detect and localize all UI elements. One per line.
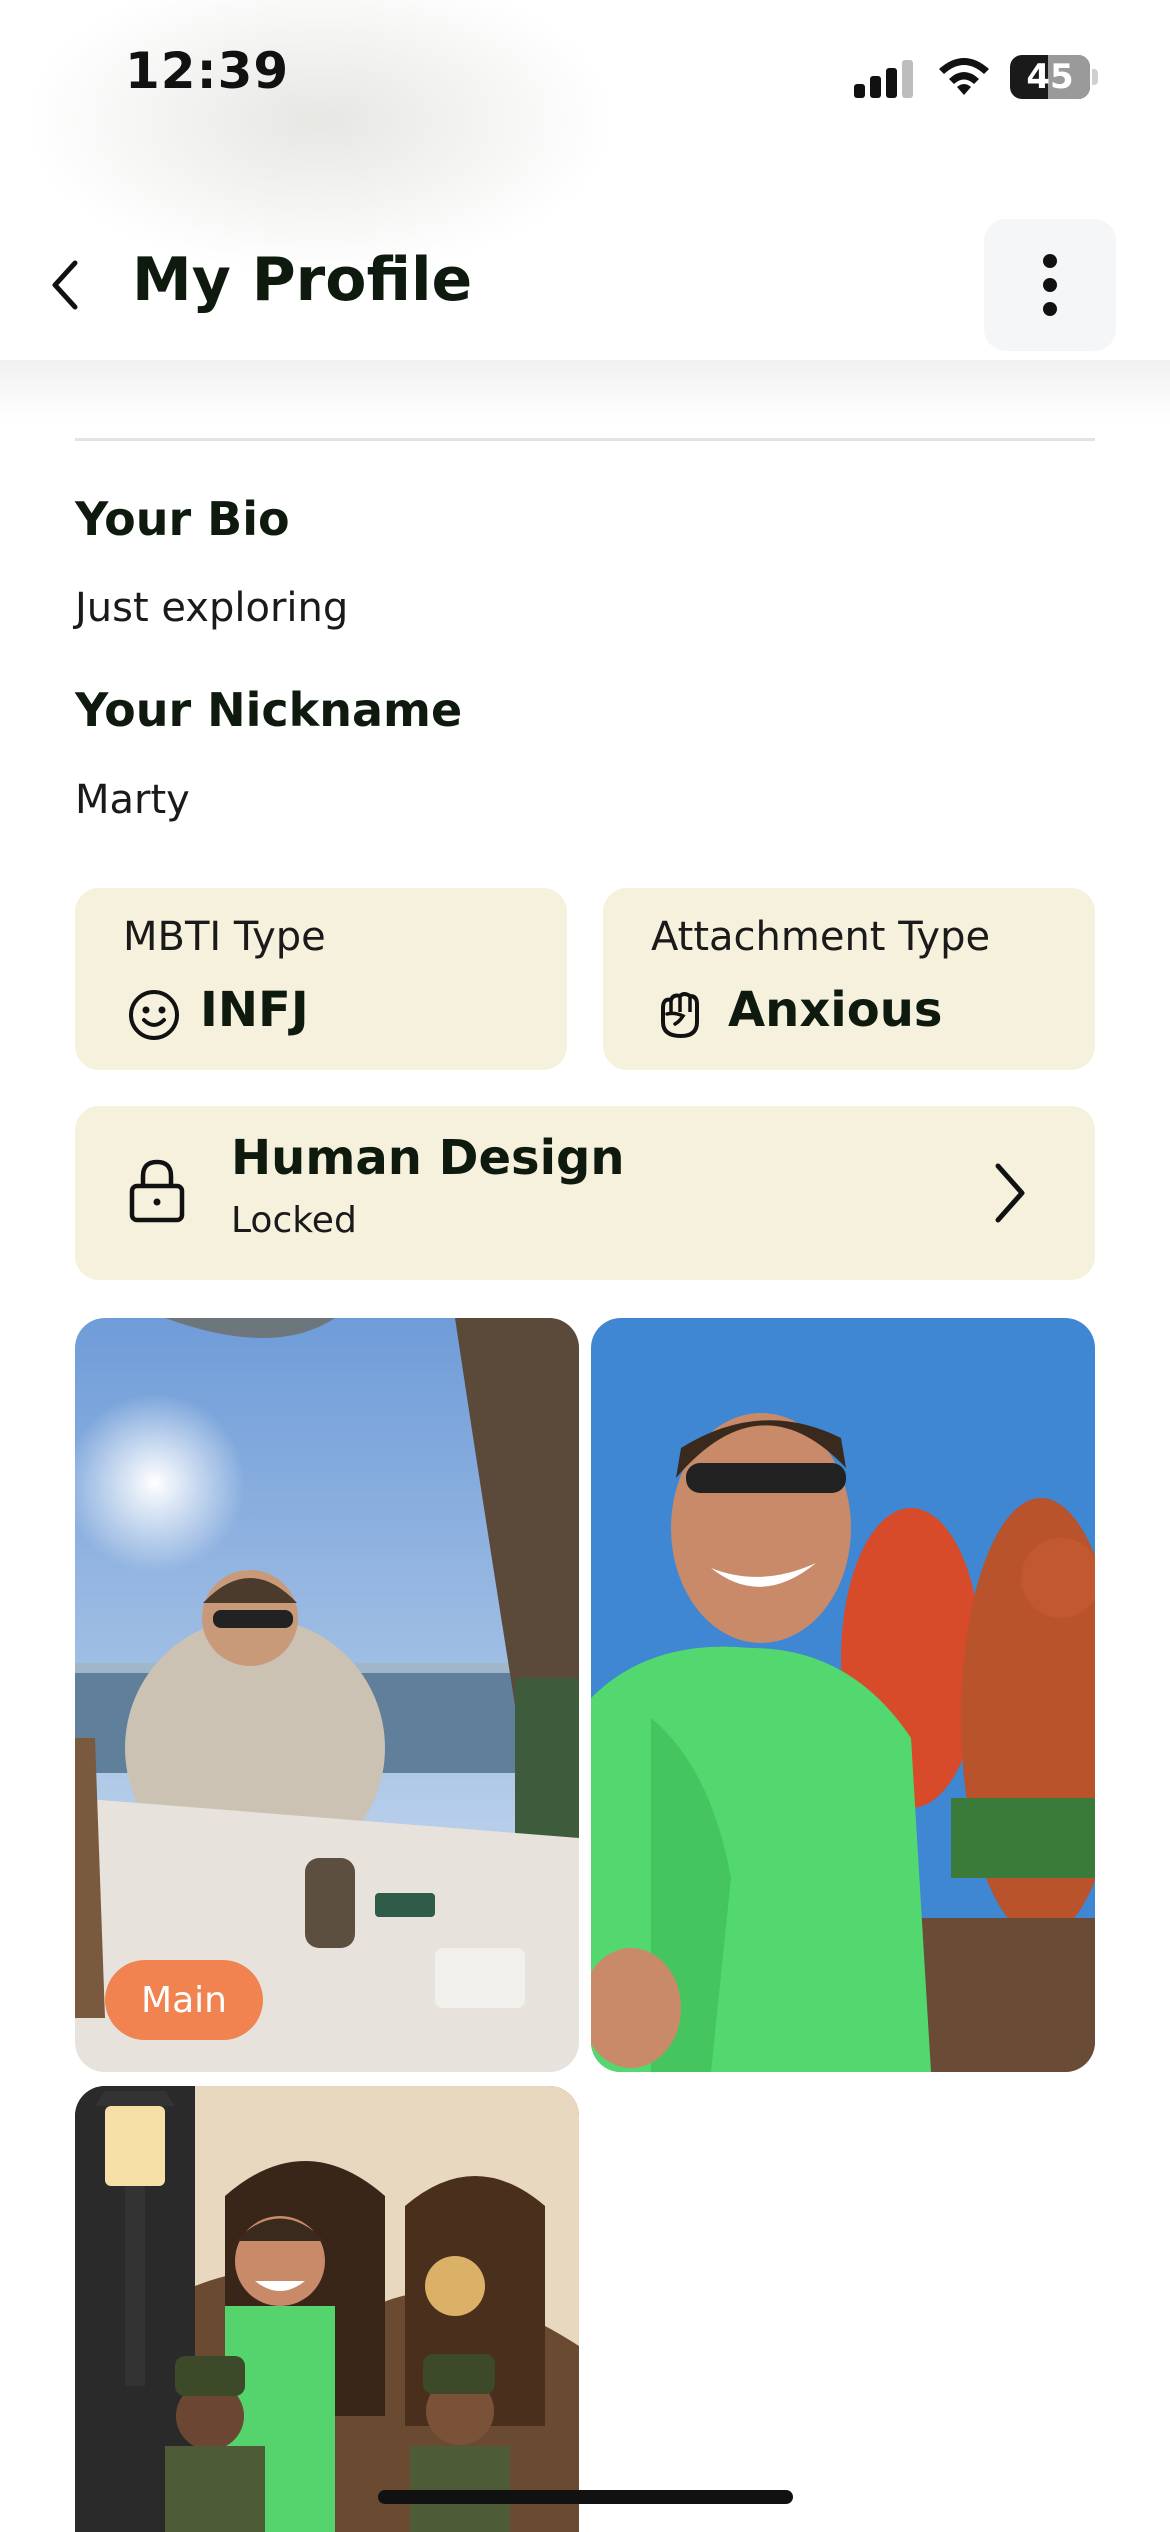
profile-photo-main[interactable] — [75, 1318, 579, 2072]
bio-value: Just exploring — [75, 585, 349, 631]
smiley-face-icon — [129, 990, 179, 1040]
photo-image — [75, 2086, 579, 2532]
mbti-card[interactable]: MBTI Type INFJ — [75, 888, 567, 1070]
mbti-value: INFJ — [200, 982, 309, 1038]
status-time: 12:39 — [125, 42, 290, 100]
nickname-value: Marty — [75, 777, 190, 823]
bio-label: Your Bio — [75, 492, 290, 546]
back-button[interactable] — [35, 245, 95, 325]
human-design-title: Human Design — [231, 1130, 625, 1186]
more-options-button[interactable] — [984, 219, 1116, 351]
more-dot — [1043, 278, 1057, 292]
human-design-status: Locked — [231, 1200, 357, 1241]
battery-level: 45 — [1026, 57, 1074, 97]
main-photo-badge: Main — [105, 1960, 263, 2040]
photo-image — [75, 1318, 579, 2072]
chevron-right-icon — [995, 1163, 1025, 1223]
attachment-card[interactable]: Attachment Type Anxious — [603, 888, 1095, 1070]
cellular-signal-icon — [854, 58, 914, 98]
chevron-left-icon — [52, 260, 78, 310]
battery-nub — [1092, 69, 1098, 85]
wifi-icon — [939, 58, 989, 95]
nickname-label: Your Nickname — [75, 683, 463, 737]
divider — [75, 438, 1095, 441]
fist-icon — [661, 992, 699, 1038]
profile-screen: 12:39 45 My Profile Your Bio Just explor… — [0, 0, 1170, 2532]
profile-photo-2[interactable] — [591, 1318, 1095, 2072]
photo-image — [591, 1318, 1095, 2072]
more-vertical-icon — [1043, 254, 1057, 268]
header-shadow — [0, 360, 1170, 420]
profile-photo-3[interactable] — [75, 2086, 579, 2532]
mbti-label: MBTI Type — [123, 914, 326, 960]
home-indicator[interactable] — [378, 2490, 793, 2504]
more-dot — [1043, 302, 1057, 316]
attachment-label: Attachment Type — [651, 914, 991, 960]
page-title: My Profile — [132, 245, 473, 315]
attachment-value: Anxious — [728, 982, 943, 1038]
lock-icon — [129, 1159, 185, 1223]
battery-icon: 45 — [1010, 55, 1090, 99]
status-bar: 12:39 45 — [0, 0, 1170, 150]
